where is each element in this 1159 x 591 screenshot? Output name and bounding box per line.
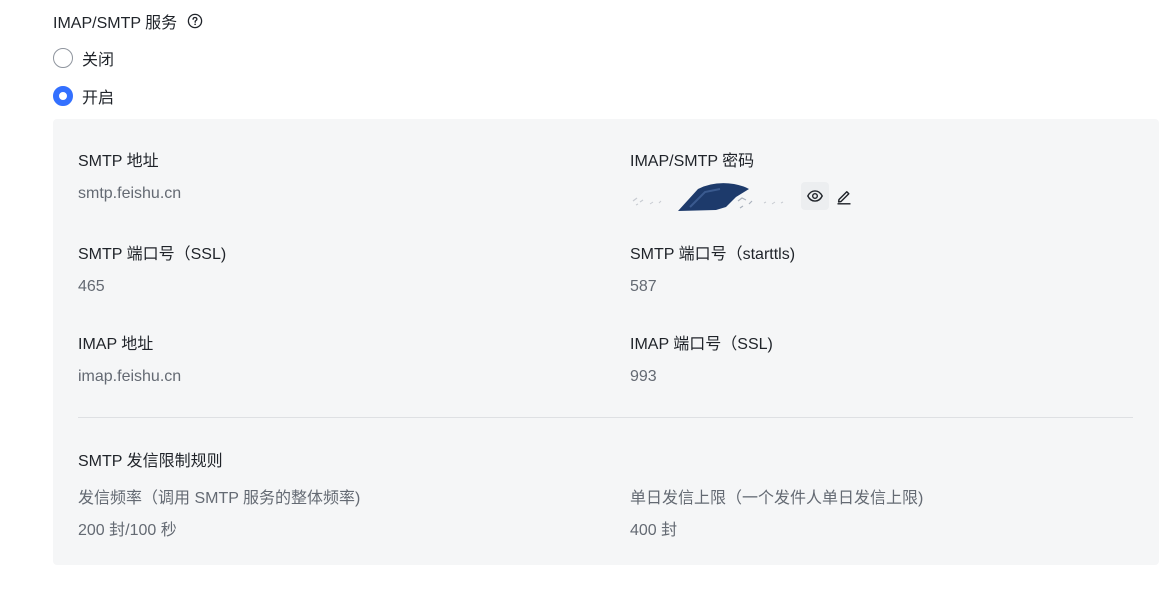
smtp-address-value: smtp.feishu.cn (78, 185, 182, 202)
radio-off-circle[interactable] (53, 48, 73, 68)
smtp-ssl-port-label: SMTP 端口号（SSL) (78, 246, 227, 263)
radio-option-off[interactable]: 关闭 (53, 47, 114, 69)
daily-limit-label: 单日发信上限（一个发件人单日发信上限) (630, 490, 924, 507)
smtp-starttls-port-value: 587 (630, 278, 657, 295)
divider (78, 417, 1133, 418)
eye-icon[interactable] (801, 182, 829, 210)
imap-ssl-port-label: IMAP 端口号（SSL) (630, 336, 773, 353)
limits-title: SMTP 发信限制规则 (78, 453, 223, 470)
smtp-starttls-port-label: SMTP 端口号（starttls) (630, 246, 796, 263)
radio-on-circle[interactable] (53, 86, 73, 106)
settings-panel: SMTP 地址 smtp.feishu.cn IMAP/SMTP 密码 SMTP… (53, 119, 1159, 565)
rate-limit-value: 200 封/100 秒 (78, 522, 177, 539)
help-icon[interactable] (187, 13, 203, 29)
masked-password (632, 183, 784, 211)
pencil-icon[interactable] (830, 182, 858, 210)
smtp-ssl-port-value: 465 (78, 278, 105, 295)
imap-ssl-port-value: 993 (630, 368, 657, 385)
daily-limit-value: 400 封 (630, 522, 678, 539)
section-title: IMAP/SMTP 服务 (53, 10, 203, 32)
radio-off-label: 关闭 (82, 52, 115, 69)
radio-option-on[interactable]: 开启 (53, 85, 114, 107)
section-title-text: IMAP/SMTP 服务 (53, 15, 178, 32)
smtp-address-label: SMTP 地址 (78, 153, 159, 170)
imap-address-value: imap.feishu.cn (78, 368, 182, 385)
radio-on-label: 开启 (82, 90, 115, 107)
password-field (630, 177, 858, 215)
password-label: IMAP/SMTP 密码 (630, 153, 755, 170)
imap-address-label: IMAP 地址 (78, 336, 154, 353)
rate-limit-label: 发信频率（调用 SMTP 服务的整体频率) (78, 490, 361, 507)
